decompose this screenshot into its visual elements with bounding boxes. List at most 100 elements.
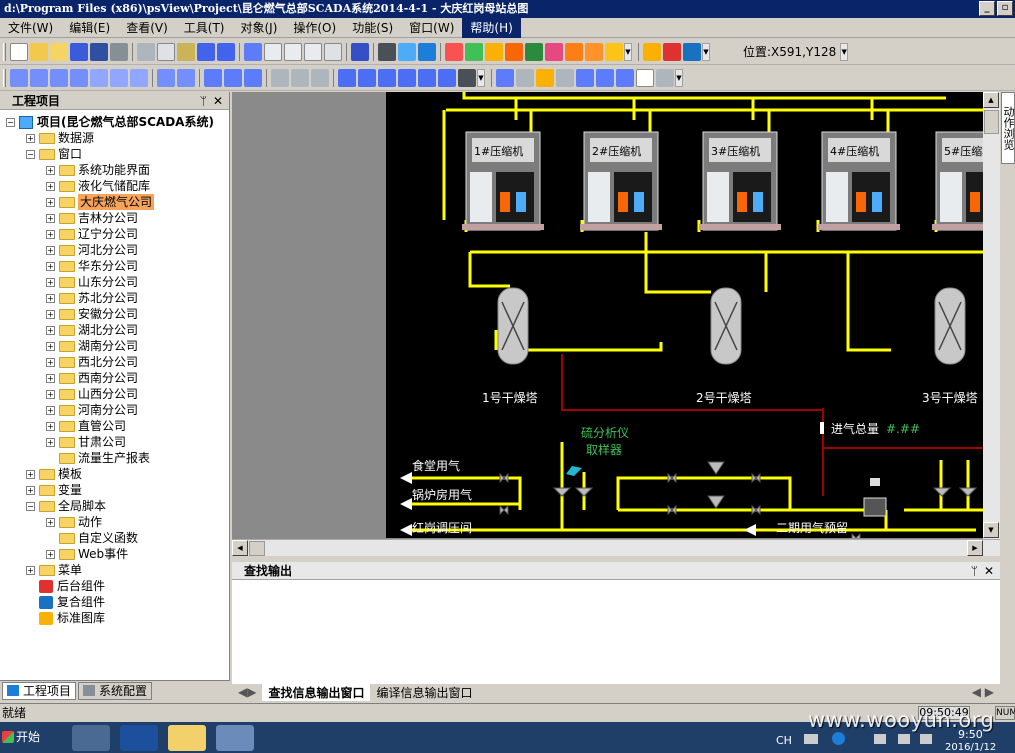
expand-icon[interactable]: +: [46, 165, 55, 175]
window-title-bar[interactable]: d:\Program Files (x86)\psView\Project\昆仑…: [0, 0, 1015, 18]
scada-canvas[interactable]: 1#压缩机 2#压缩机 3#压缩机 4#压缩机 5#压缩机: [386, 92, 983, 538]
new-file-icon[interactable]: [10, 42, 28, 61]
vertical-scrollbar[interactable]: ▲ ▼: [983, 92, 1000, 539]
tree-window-item[interactable]: + 西南分公司: [46, 370, 229, 386]
taskbar-app-server-manager[interactable]: [72, 725, 110, 751]
menu-window[interactable]: 窗口(W): [401, 18, 462, 38]
plugin-icon[interactable]: [585, 42, 603, 61]
tree-template[interactable]: + 模板: [26, 466, 229, 482]
help-icon[interactable]: [832, 732, 845, 745]
print-icon[interactable]: [110, 42, 128, 61]
ruler-icon[interactable]: [284, 42, 302, 61]
tree-composite[interactable]: 复合组件: [26, 594, 229, 610]
network-icon[interactable]: [898, 734, 910, 744]
layers-icon[interactable]: [605, 42, 623, 61]
monitor-icon[interactable]: [351, 42, 369, 61]
space-h-icon[interactable]: [157, 68, 175, 87]
expand-icon[interactable]: +: [46, 261, 55, 271]
flip-h-icon[interactable]: [271, 68, 289, 87]
keyboard-icon[interactable]: [804, 734, 818, 744]
menu-edit[interactable]: 编辑(E): [61, 18, 118, 38]
tree-window[interactable]: − 窗口: [26, 146, 229, 162]
layout-dropdown[interactable]: ▼: [477, 68, 485, 87]
tree-root[interactable]: − 项目(昆仑燃气总部SCADA系统): [6, 114, 229, 130]
tree-window-item[interactable]: + 辽宁分公司: [46, 226, 229, 242]
refresh-icon[interactable]: [398, 42, 416, 61]
expand-icon[interactable]: +: [26, 565, 35, 575]
unlink-icon[interactable]: [596, 68, 614, 87]
tab-nav-left-icon[interactable]: ◀▶: [232, 685, 262, 699]
tree-window-item[interactable]: + 西北分公司: [46, 354, 229, 370]
forward-icon[interactable]: [418, 68, 436, 87]
expand-icon[interactable]: +: [46, 277, 55, 287]
start-button[interactable]: 开始: [0, 724, 48, 751]
horizontal-scrollbar[interactable]: ◀ ▶: [232, 539, 1000, 556]
menu-file[interactable]: 文件(W): [0, 18, 61, 38]
output-close-icon[interactable]: ✕: [984, 562, 994, 580]
dryer-2[interactable]: [710, 287, 742, 365]
tree-window-item[interactable]: + 湖南分公司: [46, 338, 229, 354]
extra-dropdown[interactable]: ▼: [675, 68, 683, 87]
vertical-scroll-thumb[interactable]: [984, 110, 999, 134]
component-icon[interactable]: [445, 42, 463, 61]
tree-script-web-event[interactable]: + Web事件: [46, 546, 229, 562]
rotate-icon[interactable]: [311, 68, 329, 87]
tree-window-item[interactable]: +流量生产报表: [46, 450, 229, 466]
picture-icon[interactable]: [465, 42, 483, 61]
link-icon[interactable]: [576, 68, 594, 87]
align-right-icon[interactable]: [30, 68, 48, 87]
scada-diagram[interactable]: 1#压缩机 2#压缩机 3#压缩机 4#压缩机 5#压缩机: [386, 92, 983, 538]
table-icon[interactable]: [324, 42, 342, 61]
tree-stdlib[interactable]: 标准图库: [26, 610, 229, 626]
tree-window-item[interactable]: + 甘肃公司: [46, 434, 229, 450]
expand-icon[interactable]: +: [26, 133, 35, 143]
tab-find-output[interactable]: 查找信息输出窗口: [262, 683, 371, 701]
flip-v-icon[interactable]: [291, 68, 309, 87]
expand-icon[interactable]: +: [46, 213, 55, 223]
same-height-icon[interactable]: [224, 68, 242, 87]
globe-icon[interactable]: [525, 42, 543, 61]
tree-window-item[interactable]: + 大庆燃气公司: [46, 194, 229, 210]
expand-icon[interactable]: +: [46, 309, 55, 319]
tree-window-item[interactable]: + 河南分公司: [46, 402, 229, 418]
text-ab-icon[interactable]: [636, 68, 654, 87]
expand-icon[interactable]: +: [46, 437, 55, 447]
tree-datasource[interactable]: + 数据源: [26, 130, 229, 146]
tree-variable[interactable]: + 变量: [26, 482, 229, 498]
expand-icon[interactable]: +: [46, 421, 55, 431]
expand-icon[interactable]: +: [46, 373, 55, 383]
find-icon[interactable]: [378, 42, 396, 61]
chart-dropdown[interactable]: ▼: [702, 42, 710, 61]
space-v-icon[interactable]: [177, 68, 195, 87]
image-icon[interactable]: [536, 68, 554, 87]
toolbar-grip[interactable]: [3, 42, 6, 61]
same-width-icon[interactable]: [204, 68, 222, 87]
tree-script-function[interactable]: 自定义函数: [46, 530, 229, 546]
group-icon[interactable]: [378, 68, 396, 87]
tree-window-item[interactable]: + 直管公司: [46, 418, 229, 434]
collapse-icon[interactable]: −: [6, 117, 15, 127]
tree-window-item[interactable]: + 液化气储配库: [46, 178, 229, 194]
clock-date[interactable]: 2016/1/12: [945, 742, 996, 753]
menu-function[interactable]: 功能(S): [344, 18, 401, 38]
expand-icon[interactable]: +: [46, 229, 55, 239]
tree-global-script[interactable]: − 全局脚本: [26, 498, 229, 514]
save-all-icon[interactable]: [90, 42, 108, 61]
tree-script-action[interactable]: + 动作: [46, 514, 229, 530]
taskbar-app-powershell[interactable]: [120, 725, 158, 751]
scroll-up-button[interactable]: ▲: [983, 92, 999, 108]
tool-icon[interactable]: [485, 42, 503, 61]
expand-icon[interactable]: +: [26, 485, 35, 495]
zoom-icon[interactable]: [516, 68, 534, 87]
open-project-icon[interactable]: [50, 42, 68, 61]
expand-icon[interactable]: +: [46, 293, 55, 303]
tree-window-item[interactable]: + 河北分公司: [46, 242, 229, 258]
download-icon[interactable]: [496, 68, 514, 87]
color-icon[interactable]: [545, 42, 563, 61]
position-dropdown[interactable]: ▼: [840, 42, 849, 61]
menu-tools[interactable]: 工具(T): [176, 18, 233, 38]
collapse-icon[interactable]: −: [26, 149, 35, 159]
redo-icon[interactable]: [217, 42, 235, 61]
scroll-right-button[interactable]: ▶: [967, 540, 983, 556]
tree-menu[interactable]: + 菜单: [26, 562, 229, 578]
